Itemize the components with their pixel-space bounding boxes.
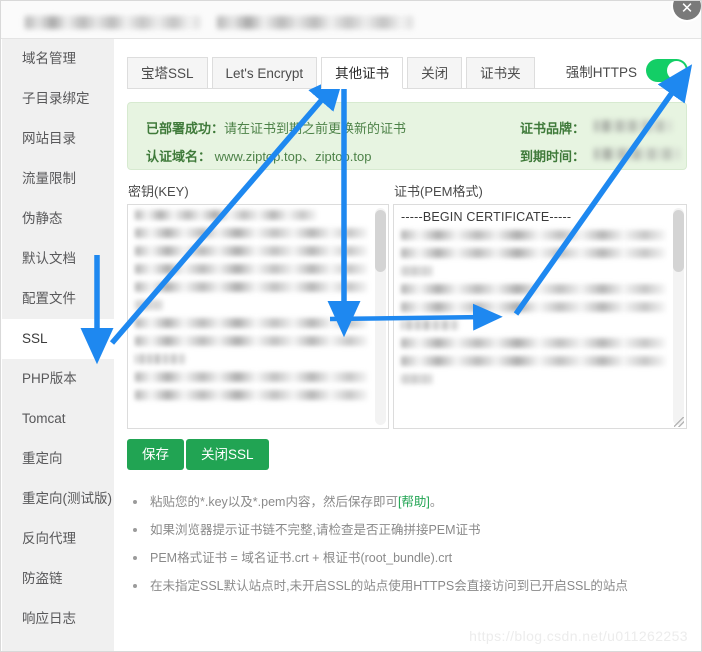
tab-bt-ssl[interactable]: 宝塔SSL (127, 57, 208, 89)
note-suffix: 。 (429, 495, 443, 509)
sidebar-item-pseudo-static[interactable]: 伪静态 (2, 199, 114, 239)
cert-domain-line: 认证域名： www.ziptop.top、ziptop.top (146, 146, 371, 165)
cert-domain-value: www.ziptop.top、ziptop.top (214, 149, 372, 164)
cert-domain-key: 认证域名： (146, 149, 212, 164)
deploy-status-line: 已部署成功：请在证书到期之前更换新的证书 (146, 118, 406, 137)
window-title-redacted-part1 (25, 16, 200, 29)
sidebar-item-subdirectory-binding[interactable]: 子目录绑定 (2, 79, 114, 119)
ssl-help-notes: 粘贴您的*.key以及*.pem内容，然后保存即可[帮助]。 如果浏览器提示证书… (130, 488, 686, 600)
save-button[interactable]: 保存 (127, 439, 184, 470)
window-titlebar: ✕ (1, 1, 701, 39)
list-item: 粘贴您的*.key以及*.pem内容，然后保存即可[帮助]。 (130, 488, 686, 516)
sidebar-item-anti-leech[interactable]: 防盗链 (2, 559, 114, 599)
key-textarea-scrollbar[interactable] (375, 208, 386, 425)
tab-close[interactable]: 关闭 (407, 57, 463, 89)
pem-textarea-resize-handle[interactable] (674, 417, 684, 427)
cert-expire-value-redacted (594, 148, 680, 160)
sidebar-item-redirect[interactable]: 重定向 (2, 439, 114, 479)
cert-brand-value-redacted (594, 120, 672, 132)
pem-textarea-content: -----BEGIN CERTIFICATE----- (401, 210, 666, 424)
close-ssl-button[interactable]: 关闭SSL (186, 439, 269, 470)
note-text: 在未指定SSL默认站点时,未开启SSL的站点使用HTTPS会直接访问到已开启SS… (150, 579, 628, 593)
list-item: 如果浏览器提示证书链不完整,请检查是否正确拼接PEM证书 (130, 516, 686, 544)
deploy-status-value: 请在证书到期之前更换新的证书 (224, 121, 407, 136)
list-item: PEM格式证书 = 域名证书.crt + 根证书(root_bundle).cr… (130, 544, 686, 572)
cert-expire-line: 到期时间： (520, 146, 585, 165)
window-title-redacted-part2 (217, 16, 413, 29)
close-icon[interactable]: ✕ (673, 1, 701, 20)
watermark-text: https://blog.csdn.net/u011262253 (469, 628, 688, 644)
pem-textarea[interactable]: -----BEGIN CERTIFICATE----- (393, 204, 687, 429)
note-text: 粘贴您的*.key以及*.pem内容，然后保存即可 (150, 495, 398, 509)
key-textarea-content (135, 210, 368, 424)
deploy-status-key: 已部署成功： (146, 121, 225, 136)
tab-cert-folder[interactable]: 证书夹 (466, 57, 535, 89)
settings-sidebar: 域名管理 子目录绑定 网站目录 流量限制 伪静态 默认文档 配置文件 SSL P… (2, 39, 114, 651)
cert-status-box: 已部署成功：请在证书到期之前更换新的证书 认证域名： www.ziptop.to… (127, 102, 687, 170)
pem-textarea-label: 证书(PEM格式) (394, 184, 483, 199)
force-https-toggle[interactable] (646, 59, 688, 82)
ssl-panel: 宝塔SSL Let's Encrypt 其他证书 关闭 证书夹 强制HTTPS … (114, 39, 701, 651)
cert-brand-line: 证书品牌： (520, 118, 585, 137)
note-text: 如果浏览器提示证书链不完整,请检查是否正确拼接PEM证书 (150, 523, 481, 537)
sidebar-item-php-version[interactable]: PHP版本 (2, 359, 114, 399)
note-text: PEM格式证书 = 域名证书.crt + 根证书(root_bundle).cr… (150, 551, 453, 565)
force-https-label: 强制HTTPS (565, 64, 637, 80)
tab-lets-encrypt[interactable]: Let's Encrypt (211, 57, 318, 89)
tab-other-cert[interactable]: 其他证书 (321, 57, 404, 89)
key-textarea-label: 密钥(KEY) (128, 184, 189, 199)
sidebar-item-reverse-proxy[interactable]: 反向代理 (2, 519, 114, 559)
key-textarea[interactable] (127, 204, 389, 429)
sidebar-item-site-directory[interactable]: 网站目录 (2, 119, 114, 159)
sidebar-item-config-file[interactable]: 配置文件 (2, 279, 114, 319)
sidebar-item-ssl[interactable]: SSL (2, 319, 114, 359)
force-https-control: 强制HTTPS (566, 59, 688, 82)
cert-expire-key: 到期时间： (520, 149, 586, 164)
list-item: 在未指定SSL默认站点时,未开启SSL的站点使用HTTPS会直接访问到已开启SS… (130, 572, 686, 600)
sidebar-item-tomcat[interactable]: Tomcat (2, 399, 114, 439)
help-link[interactable]: [帮助] (398, 495, 430, 509)
sidebar-item-response-log[interactable]: 响应日志 (2, 599, 114, 639)
sidebar-item-redirect-beta[interactable]: 重定向(测试版) (2, 479, 114, 519)
bt-panel-window: ✕ 域名管理 子目录绑定 网站目录 流量限制 伪静态 默认文档 配置文件 SSL… (0, 0, 702, 652)
pem-begin-line: -----BEGIN CERTIFICATE----- (401, 210, 572, 224)
cert-brand-key: 证书品牌： (520, 121, 586, 136)
sidebar-item-default-document[interactable]: 默认文档 (2, 239, 114, 279)
sidebar-item-domain-management[interactable]: 域名管理 (2, 39, 114, 79)
pem-textarea-scrollbar[interactable] (673, 208, 684, 425)
sidebar-item-traffic-limit[interactable]: 流量限制 (2, 159, 114, 199)
